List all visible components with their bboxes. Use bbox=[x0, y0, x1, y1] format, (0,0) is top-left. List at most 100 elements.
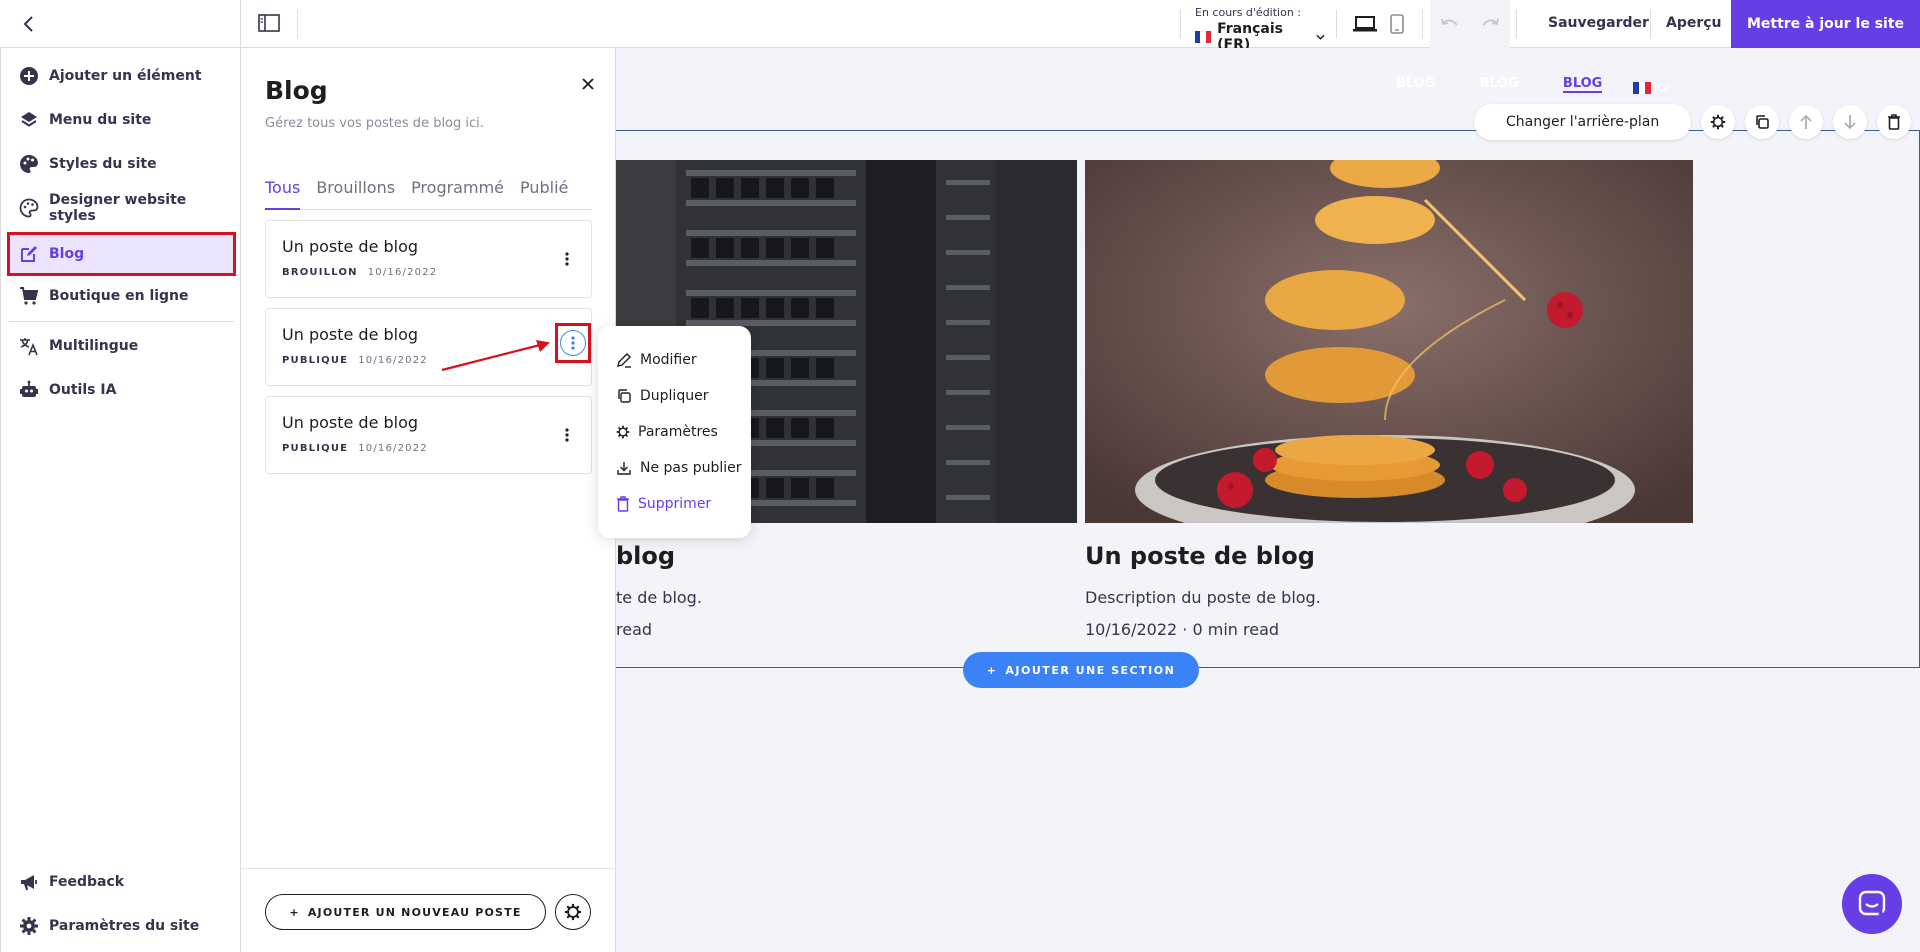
change-background-button[interactable]: Changer l'arrière-plan bbox=[1474, 104, 1692, 140]
post-options-button[interactable] bbox=[555, 423, 579, 447]
arrow-down-icon bbox=[1844, 115, 1856, 130]
sidebar-item-label: Designer website styles bbox=[49, 192, 187, 224]
chat-support-button[interactable] bbox=[1842, 874, 1902, 934]
trash-icon bbox=[617, 496, 629, 512]
more-vertical-icon bbox=[571, 336, 575, 350]
sidebar-item-feedback[interactable]: Feedback bbox=[9, 862, 234, 902]
divider bbox=[1336, 10, 1337, 38]
edit-icon bbox=[19, 244, 39, 264]
arrow-up-icon bbox=[1800, 114, 1812, 129]
sidebar-item-label: Ajouter un élément bbox=[49, 68, 202, 84]
menu-item-edit[interactable]: Modifier bbox=[598, 342, 751, 378]
menu-item-delete[interactable]: Supprimer bbox=[598, 486, 751, 522]
site-navigation: BLOG BLOG BLOG bbox=[1396, 76, 1603, 93]
post-status: PUBLIQUE bbox=[282, 443, 349, 454]
sidebar-item-label: Styles du site bbox=[49, 156, 157, 172]
delete-section-button[interactable] bbox=[1877, 105, 1912, 139]
menu-item-label: Paramètres bbox=[638, 424, 718, 440]
sidebar-item-ai-tools[interactable]: Outils IA bbox=[9, 370, 234, 410]
desktop-view-button[interactable] bbox=[1352, 12, 1378, 36]
chevron-down-icon bbox=[1659, 85, 1669, 92]
sidebar-item-label: Paramètres du site bbox=[49, 918, 200, 934]
more-vertical-icon bbox=[565, 252, 569, 266]
sidebar-toggle-button[interactable] bbox=[258, 14, 280, 34]
divider bbox=[297, 10, 298, 38]
sidebar-item-multilingual[interactable]: Multilingue bbox=[9, 326, 234, 366]
post-filter-tabs: Tous Brouillons Programmé Publié bbox=[265, 178, 592, 210]
sidebar-item-add-element[interactable]: Ajouter un élément bbox=[9, 56, 234, 96]
language-selector[interactable]: En cours d'édition : Français (FR) bbox=[1195, 6, 1325, 53]
divider bbox=[1422, 10, 1423, 38]
left-card-meta: read bbox=[616, 620, 653, 639]
sidebar-item-site-menu[interactable]: Menu du site bbox=[9, 100, 234, 140]
save-button[interactable]: Sauvegarder bbox=[1548, 15, 1649, 31]
gear-icon bbox=[564, 903, 582, 921]
tab-published[interactable]: Publié bbox=[520, 178, 568, 210]
sidebar-item-site-settings[interactable]: Paramètres du site bbox=[9, 906, 234, 946]
chat-icon bbox=[1858, 890, 1886, 918]
trash-icon bbox=[1888, 114, 1901, 130]
divider bbox=[1516, 10, 1517, 38]
add-new-post-button[interactable]: + AJOUTER UN NOUVEAU POSTE bbox=[265, 894, 546, 930]
tab-all[interactable]: Tous bbox=[265, 178, 301, 210]
post-title: Un poste de blog bbox=[282, 237, 419, 256]
annotation-arrow bbox=[441, 340, 550, 372]
layers-icon bbox=[19, 110, 39, 130]
left-sidebar: Ajouter un élément Menu du site Styles d… bbox=[0, 48, 241, 952]
blog-settings-button[interactable] bbox=[555, 894, 591, 930]
menu-item-settings[interactable]: Paramètres bbox=[598, 414, 751, 450]
site-language-switcher[interactable] bbox=[1633, 82, 1669, 94]
site-nav-item[interactable]: BLOG bbox=[1479, 76, 1518, 93]
sidebar-item-label: Outils IA bbox=[49, 382, 117, 398]
sidebar-item-label: Boutique en ligne bbox=[49, 288, 189, 304]
laptop-icon bbox=[1353, 16, 1377, 32]
sidebar-item-designer-styles[interactable]: Designer website styles bbox=[9, 188, 234, 228]
menu-item-duplicate[interactable]: Dupliquer bbox=[598, 378, 751, 414]
palette-outline-icon bbox=[19, 198, 39, 218]
redo-icon[interactable] bbox=[1480, 17, 1500, 31]
right-card-title[interactable]: Un poste de blog bbox=[1085, 542, 1315, 570]
left-card-title[interactable]: blog bbox=[616, 542, 675, 570]
sidebar-item-label: Menu du site bbox=[49, 112, 152, 128]
sidebar-item-blog[interactable]: Blog bbox=[7, 232, 236, 276]
tab-scheduled[interactable]: Programmé bbox=[411, 178, 504, 210]
sidebar-item-label: Feedback bbox=[49, 874, 125, 890]
plus-icon: + bbox=[986, 663, 998, 677]
post-options-button-active[interactable] bbox=[555, 323, 591, 363]
move-up-button[interactable] bbox=[1789, 105, 1824, 139]
sidebar-item-site-styles[interactable]: Styles du site bbox=[9, 144, 234, 184]
move-down-button[interactable] bbox=[1833, 105, 1868, 139]
add-section-button[interactable]: + AJOUTER UNE SECTION bbox=[963, 652, 1199, 688]
duplicate-section-button[interactable] bbox=[1745, 105, 1780, 139]
sidebar-item-label: Blog bbox=[49, 246, 85, 262]
close-panel-button[interactable] bbox=[576, 72, 600, 96]
back-button[interactable] bbox=[0, 0, 58, 48]
divider bbox=[1180, 10, 1181, 38]
mobile-view-button[interactable] bbox=[1384, 12, 1410, 36]
section-settings-button[interactable] bbox=[1701, 105, 1736, 139]
sidebar-item-label: Multilingue bbox=[49, 338, 139, 354]
tab-drafts[interactable]: Brouillons bbox=[316, 178, 395, 210]
post-card[interactable]: Un poste de blog BROUILLON 10/16/2022 bbox=[265, 220, 592, 298]
add-post-label: AJOUTER UN NOUVEAU POSTE bbox=[307, 905, 522, 919]
post-card[interactable]: Un poste de blog PUBLIQUE 10/16/2022 bbox=[265, 396, 592, 474]
post-options-button[interactable] bbox=[555, 247, 579, 271]
site-nav-item[interactable]: BLOG bbox=[1396, 76, 1435, 93]
blog-image-pancakes[interactable] bbox=[1085, 160, 1693, 523]
gear-icon bbox=[19, 916, 39, 936]
french-flag-icon bbox=[1195, 31, 1212, 43]
menu-item-unpublish[interactable]: Ne pas publier bbox=[598, 450, 751, 486]
plus-icon: + bbox=[289, 905, 300, 919]
post-context-menu: Modifier Dupliquer Paramètres Ne pas pub… bbox=[598, 326, 751, 538]
sidebar-item-online-store[interactable]: Boutique en ligne bbox=[9, 276, 234, 316]
undo-icon[interactable] bbox=[1440, 17, 1460, 31]
publish-button[interactable]: Mettre à jour le site bbox=[1731, 0, 1920, 48]
post-title: Un poste de blog bbox=[282, 325, 419, 344]
site-nav-item-active[interactable]: BLOG bbox=[1562, 76, 1603, 93]
menu-item-label: Ne pas publier bbox=[640, 460, 742, 476]
chevron-down-icon bbox=[1316, 34, 1325, 40]
divider bbox=[241, 868, 616, 869]
preview-button[interactable]: Aperçu bbox=[1666, 15, 1722, 31]
plus-circle-icon bbox=[19, 66, 39, 86]
sidebar-icon bbox=[258, 14, 280, 32]
